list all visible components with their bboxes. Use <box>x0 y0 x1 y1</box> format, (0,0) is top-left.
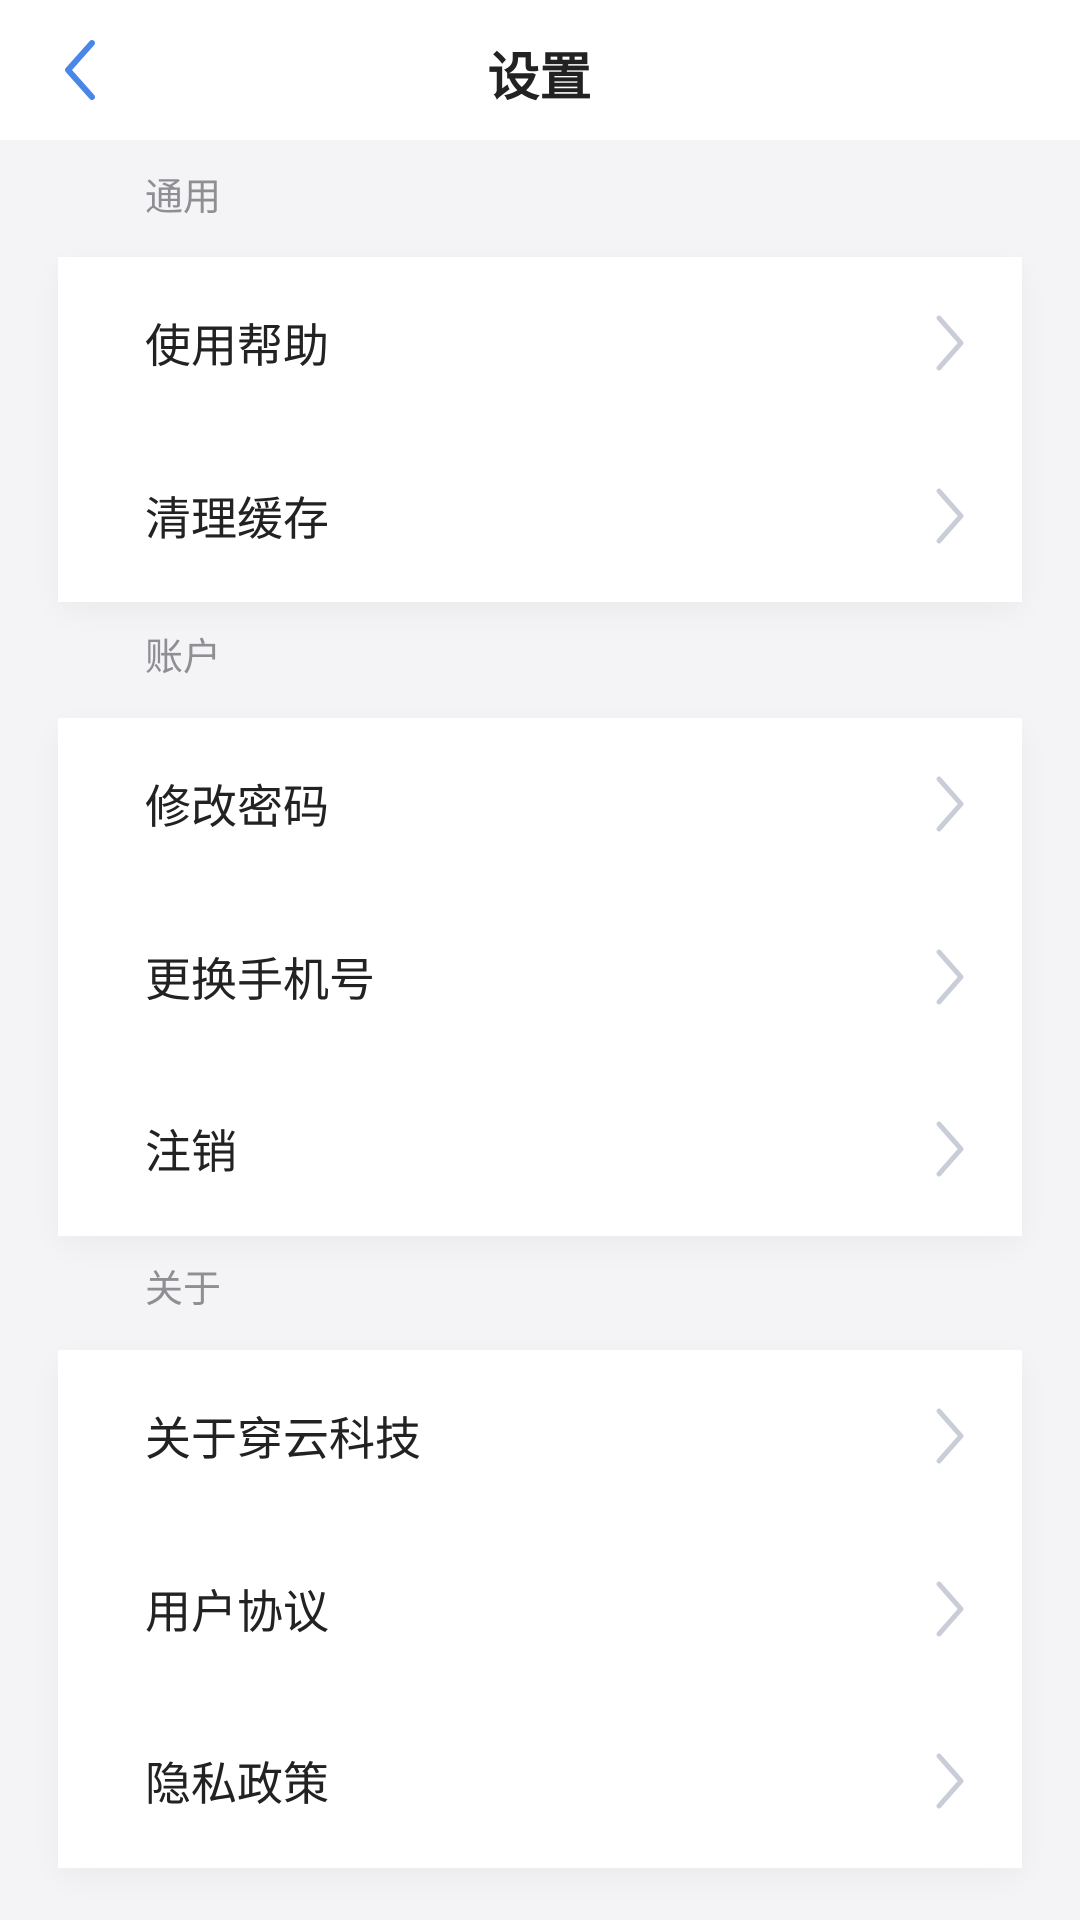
settings-item-label: 使用帮助 <box>145 319 329 374</box>
chevron-right-icon <box>936 1121 964 1177</box>
section-header-general: 通用 <box>145 175 222 219</box>
settings-item-help[interactable]: 使用帮助 <box>58 257 1022 430</box>
settings-group-account: 修改密码 更换手机号 注销 <box>58 718 1022 1236</box>
settings-item-label: 修改密码 <box>145 780 329 835</box>
settings-item-label: 隐私政策 <box>145 1757 329 1812</box>
settings-item-deactivate[interactable]: 注销 <box>58 1063 1022 1236</box>
chevron-right-icon <box>936 488 964 544</box>
section-header-account: 账户 <box>145 635 222 679</box>
settings-item-change-password[interactable]: 修改密码 <box>58 718 1022 891</box>
chevron-right-icon <box>936 776 964 832</box>
settings-item-label: 注销 <box>145 1125 237 1180</box>
chevron-right-icon <box>936 949 964 1005</box>
nav-bar: 设置 <box>0 0 1080 140</box>
settings-item-change-phone[interactable]: 更换手机号 <box>58 891 1022 1064</box>
settings-item-label: 更换手机号 <box>145 952 375 1007</box>
settings-item-about-company[interactable]: 关于穿云科技 <box>58 1350 1022 1523</box>
page-title: 设置 <box>487 48 592 108</box>
settings-item-label: 清理缓存 <box>145 491 329 546</box>
chevron-right-icon <box>936 1581 964 1637</box>
settings-item-privacy-policy[interactable]: 隐私政策 <box>58 1695 1022 1868</box>
settings-item-user-agreement[interactable]: 用户协议 <box>58 1523 1022 1696</box>
settings-item-clear-cache[interactable]: 清理缓存 <box>58 430 1022 603</box>
chevron-right-icon <box>936 315 964 371</box>
settings-item-label: 用户协议 <box>145 1584 329 1639</box>
section-header-about: 关于 <box>145 1267 222 1311</box>
settings-group-general: 使用帮助 清理缓存 <box>58 257 1022 602</box>
chevron-right-icon <box>936 1753 964 1809</box>
settings-item-label: 关于穿云科技 <box>145 1412 421 1467</box>
chevron-right-icon <box>936 1408 964 1464</box>
settings-group-about: 关于穿云科技 用户协议 隐私政策 <box>58 1350 1022 1868</box>
